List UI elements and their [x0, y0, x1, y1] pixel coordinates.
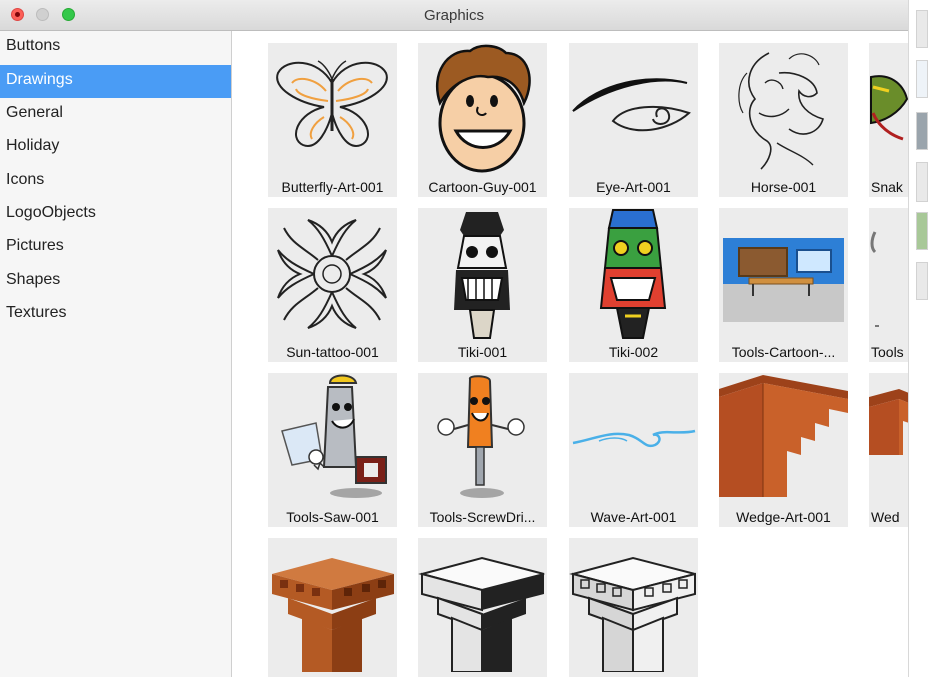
snake-art-icon [870, 75, 908, 141]
gallery-item-wedge-art[interactable]: Wedge-Art-001 [719, 373, 848, 527]
graphics-window: Graphics Buttons Drawings General Holida… [0, 0, 909, 677]
tiki-mask-color-icon [599, 209, 667, 339]
sidebar-item-drawings[interactable]: Drawings [0, 65, 231, 98]
gallery-item-eye-art[interactable]: Eye-Art-001 [569, 43, 698, 197]
adjacent-thumbnail [916, 162, 928, 202]
gallery-item-cartoon-guy[interactable]: Cartoon-Guy-001 [418, 43, 547, 197]
gallery-item-label: Tools [871, 344, 904, 360]
gallery-item-tools-cartoon[interactable]: Tools-Cartoon-... [719, 208, 848, 362]
sidebar-item-icons[interactable]: Icons [0, 165, 231, 198]
gallery-item-tiki-002[interactable]: Tiki-002 [569, 208, 698, 362]
gallery-item-label: Eye-Art-001 [596, 179, 671, 195]
gallery-item-horse[interactable]: Horse-001 [719, 43, 848, 197]
column-capital-gray-ornate-icon [569, 556, 696, 672]
screwdriver-cartoon-icon [437, 375, 525, 498]
gallery-item-snake[interactable]: Snak [869, 43, 908, 197]
wave-art-icon [572, 429, 696, 448]
gallery-item-butterfly[interactable]: Butterfly-Art-001 [268, 43, 397, 197]
gallery-item-wave-art[interactable]: Wave-Art-001 [569, 373, 698, 527]
gallery-item-tools[interactable]: Tools [869, 208, 908, 362]
adjacent-thumbnail [916, 10, 928, 48]
gallery-item-label: Sun-tattoo-001 [286, 344, 379, 360]
window-title: Graphics [423, 7, 485, 24]
gallery-item-tools-screwdriver[interactable]: Tools-ScrewDri... [418, 373, 547, 527]
gallery-item-column-gray[interactable] [418, 538, 547, 677]
sidebar-item-shapes[interactable]: Shapes [0, 265, 231, 298]
gallery-item-label: Tools-Cartoon-... [731, 344, 836, 360]
tiki-mask-icon [454, 212, 510, 339]
adjacent-thumbnail [916, 262, 928, 300]
gallery-item-sun-tattoo[interactable]: Sun-tattoo-001 [268, 208, 397, 362]
gallery-item-label: Wave-Art-001 [590, 509, 677, 525]
sidebar-item-pictures[interactable]: Pictures [0, 231, 231, 264]
gallery-item-label: Tiki-001 [457, 344, 508, 360]
gallery-item-label: Wedge-Art-001 [736, 509, 831, 525]
horse-art-icon [738, 52, 824, 170]
gallery-item-label: Horse-001 [750, 179, 817, 195]
saw-cartoon-icon [281, 374, 387, 498]
sidebar-item-general[interactable]: General [0, 98, 231, 131]
gallery-item-label: Wed [871, 509, 900, 525]
gallery-item-column-gray-ornate[interactable] [569, 538, 698, 677]
gallery-item-column-brown[interactable] [268, 538, 397, 677]
adjacent-thumbnail [916, 112, 928, 150]
column-capital-brown-icon [272, 558, 394, 672]
tools-cartoon-icon [723, 238, 844, 322]
sun-tattoo-icon [277, 219, 387, 329]
gallery-item-label: Cartoon-Guy-001 [428, 179, 537, 195]
adjacent-window-edge [914, 0, 928, 677]
sidebar-item-textures[interactable]: Textures [0, 298, 231, 331]
eye-art-icon [572, 78, 691, 132]
sidebar-item-buttons[interactable]: Buttons [0, 31, 231, 64]
gallery-item-tools-saw[interactable]: Tools-Saw-001 [268, 373, 397, 527]
gallery-item-label: Butterfly-Art-001 [281, 179, 384, 195]
column-capital-gray-icon [418, 556, 545, 672]
graphics-gallery: Butterfly-Art-001 Cartoon-Guy-001 Eye-Ar… [232, 31, 908, 677]
butterfly-art-icon [276, 60, 388, 147]
gallery-item-label: Tools-Saw-001 [286, 509, 379, 525]
sidebar-item-logoobjects[interactable]: LogoObjects [0, 198, 231, 231]
adjacent-thumbnail [916, 212, 928, 250]
sidebar-item-holiday[interactable]: Holiday [0, 131, 231, 164]
wedge-art-icon [869, 389, 908, 455]
title-bar: Graphics [0, 0, 908, 31]
adjacent-thumbnail [916, 60, 928, 98]
category-sidebar: Buttons Drawings General Holiday Icons L… [0, 31, 232, 677]
gallery-item-label: Snak [871, 179, 903, 195]
cartoon-guy-icon [435, 44, 531, 173]
gallery-item-label: Tiki-002 [608, 344, 659, 360]
gallery-item-tiki-001[interactable]: Tiki-001 [418, 208, 547, 362]
gallery-item-label: Tools-ScrewDri... [429, 509, 536, 525]
wedge-art-icon [719, 375, 848, 497]
tools-icon [870, 231, 879, 327]
gallery-item-wedge[interactable]: Wed [869, 373, 908, 527]
